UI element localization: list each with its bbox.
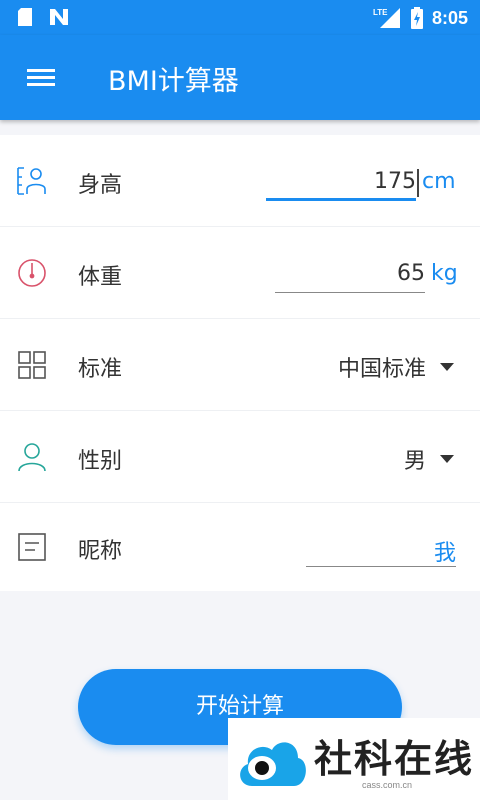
nickname-underline bbox=[306, 566, 456, 567]
dropdown-arrow-icon bbox=[440, 363, 454, 371]
height-label: 身高 bbox=[78, 173, 123, 198]
clock: 8:05 bbox=[431, 7, 468, 28]
person-height-icon bbox=[17, 167, 46, 195]
hamburger-menu-icon[interactable] bbox=[20, 63, 62, 93]
standard-label: 标准 bbox=[78, 357, 123, 382]
status-bar: LTE 8:05 bbox=[0, 0, 480, 35]
height-row: 身高 175 cm bbox=[0, 135, 480, 227]
page-title: BMI计算器 bbox=[108, 66, 239, 97]
standard-row: 标准 中国标准 bbox=[0, 319, 480, 411]
note-icon bbox=[18, 533, 46, 561]
bmi-form: 身高 175 cm 体重 65 kg 标准 中国标准 性别 男 昵称 我 bbox=[0, 135, 480, 591]
app-bar: BMI计算器 bbox=[0, 35, 480, 120]
height-input[interactable]: 175 bbox=[266, 169, 419, 201]
nickname-label: 昵称 bbox=[78, 539, 123, 564]
scale-gauge-icon bbox=[18, 259, 46, 287]
weight-input[interactable]: 65 bbox=[275, 261, 425, 293]
weight-row: 体重 65 kg bbox=[0, 227, 480, 319]
sd-card-icon bbox=[18, 8, 32, 26]
height-unit: cm bbox=[422, 169, 456, 194]
watermark-url: cass.com.cn bbox=[362, 780, 413, 790]
battery-charging-icon bbox=[410, 7, 423, 29]
cloud-logo-icon bbox=[240, 742, 306, 786]
watermark-text: 社科在线 bbox=[314, 737, 475, 781]
dropdown-arrow-icon bbox=[440, 455, 454, 463]
text-cursor bbox=[417, 169, 419, 197]
nickname-row: 昵称 我 bbox=[0, 501, 480, 593]
signal-icon: LTE bbox=[373, 8, 400, 28]
weight-underline bbox=[275, 292, 425, 293]
nickname-input[interactable]: 我 bbox=[306, 535, 456, 567]
watermark: 社科在线 cass.com.cn bbox=[228, 718, 480, 800]
gender-value: 男 bbox=[403, 449, 426, 474]
height-value: 175 bbox=[374, 169, 416, 194]
standard-select[interactable]: 中国标准 bbox=[338, 351, 454, 383]
n-notification-icon bbox=[50, 9, 68, 25]
weight-value: 65 bbox=[397, 261, 425, 286]
nickname-value: 我 bbox=[433, 541, 456, 566]
weight-label: 体重 bbox=[78, 265, 123, 290]
weight-unit: kg bbox=[431, 261, 458, 286]
standard-value: 中国标准 bbox=[337, 357, 426, 382]
person-icon bbox=[18, 443, 46, 472]
height-underline bbox=[266, 198, 416, 201]
grid-icon bbox=[18, 351, 46, 379]
gender-label: 性别 bbox=[78, 449, 123, 474]
network-type: LTE bbox=[373, 8, 388, 17]
gender-select[interactable]: 男 bbox=[404, 443, 454, 475]
gender-row: 性别 男 bbox=[0, 411, 480, 503]
